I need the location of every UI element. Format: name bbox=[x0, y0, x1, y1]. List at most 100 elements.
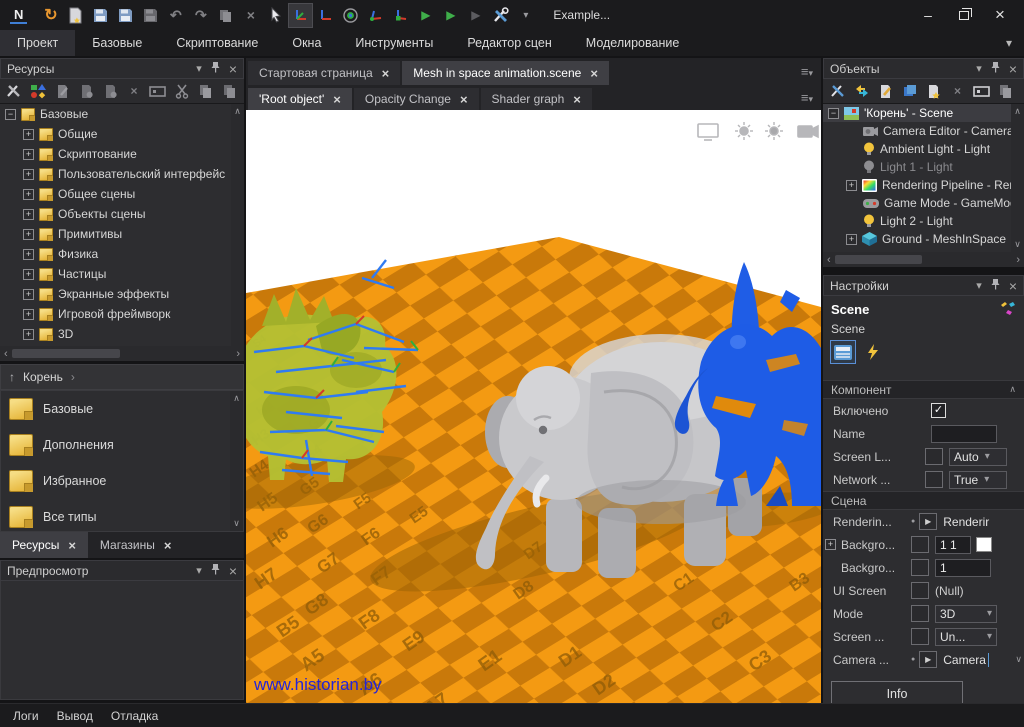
tab-close-icon[interactable] bbox=[382, 66, 390, 81]
screen-dropdown[interactable]: Un... bbox=[935, 628, 997, 646]
tree-item[interactable]: Частицы bbox=[0, 264, 244, 284]
tab-close-icon[interactable] bbox=[333, 92, 341, 107]
default-flag-button[interactable] bbox=[911, 605, 929, 622]
tree-item-root[interactable]: Базовые bbox=[0, 104, 244, 124]
pin-icon[interactable] bbox=[991, 278, 1000, 293]
tab-close-icon[interactable] bbox=[68, 538, 76, 553]
default-flag-button[interactable] bbox=[925, 448, 943, 465]
refresh-icon[interactable] bbox=[39, 4, 62, 27]
tree-hscrollbar[interactable] bbox=[0, 346, 244, 361]
tab-list-icon[interactable] bbox=[801, 90, 813, 105]
tab-scene-document[interactable]: Mesh in space animation.scene bbox=[402, 61, 609, 85]
settings-tools-icon[interactable] bbox=[828, 82, 847, 101]
rotate-tool-icon[interactable] bbox=[339, 4, 362, 27]
enabled-checkbox[interactable] bbox=[931, 403, 946, 418]
list-item[interactable]: Дополнения bbox=[1, 427, 243, 463]
duplicate-icon[interactable] bbox=[214, 4, 237, 27]
expand-icon[interactable] bbox=[23, 189, 34, 200]
delete-resource-icon[interactable]: × bbox=[125, 82, 144, 101]
expand-icon[interactable] bbox=[23, 289, 34, 300]
tree-item-disabled[interactable]: Light 1 - Light bbox=[823, 158, 1024, 176]
tree-item[interactable]: Физика bbox=[0, 244, 244, 264]
toolbar-overflow-icon[interactable]: ▾ bbox=[514, 4, 537, 27]
folder-list-vscrollbar[interactable] bbox=[230, 391, 243, 531]
tree-item[interactable]: Light 2 - Light bbox=[823, 212, 1024, 230]
default-flag-button[interactable] bbox=[911, 582, 929, 599]
shapes-icon[interactable] bbox=[29, 82, 48, 101]
background-color-input[interactable]: 1 1 bbox=[935, 536, 971, 554]
app-logo[interactable]: N bbox=[10, 7, 27, 24]
expand-icon[interactable] bbox=[846, 234, 857, 245]
delete-icon[interactable]: × bbox=[239, 4, 262, 27]
new-folder-icon[interactable] bbox=[101, 82, 120, 101]
pin-icon[interactable] bbox=[211, 563, 220, 578]
menu-tools[interactable]: Инструменты bbox=[338, 30, 450, 56]
status-output[interactable]: Вывод bbox=[48, 709, 102, 723]
panel-menu-icon[interactable] bbox=[196, 62, 202, 75]
pin-icon[interactable] bbox=[991, 61, 1000, 76]
transform-mode-icon[interactable] bbox=[852, 82, 871, 101]
tab-shader-graph[interactable]: Shader graph bbox=[481, 88, 592, 110]
pin-icon[interactable] bbox=[211, 61, 220, 76]
run-icon[interactable] bbox=[414, 4, 437, 27]
expand-icon[interactable] bbox=[23, 229, 34, 240]
settings-tools-icon[interactable] bbox=[5, 82, 24, 101]
menu-project[interactable]: Проект bbox=[0, 30, 75, 56]
menu-modeling[interactable]: Моделирование bbox=[569, 30, 697, 56]
tree-item[interactable]: Скриптование bbox=[0, 144, 244, 164]
minimize-button[interactable] bbox=[910, 2, 946, 28]
camera-icon[interactable] bbox=[798, 126, 818, 137]
breadcrumb-label[interactable]: Корень bbox=[23, 370, 63, 384]
collapse-icon[interactable] bbox=[5, 109, 16, 120]
network-dropdown[interactable]: True bbox=[949, 471, 1007, 489]
tab-root-object[interactable]: 'Root object' bbox=[248, 88, 352, 110]
menu-windows[interactable]: Окна bbox=[275, 30, 338, 56]
edit-resource-icon[interactable] bbox=[53, 82, 72, 101]
tree-item[interactable]: Camera Editor - Camera bbox=[823, 122, 1024, 140]
restore-button[interactable] bbox=[946, 2, 982, 28]
tab-opacity-change[interactable]: Opacity Change bbox=[354, 88, 479, 110]
run-disabled-icon[interactable] bbox=[464, 4, 487, 27]
name-input[interactable] bbox=[931, 425, 997, 443]
expand-icon[interactable] bbox=[23, 169, 34, 180]
tree-item[interactable]: Объекты сцены bbox=[0, 204, 244, 224]
tools-icon[interactable] bbox=[489, 4, 512, 27]
select-tool-icon[interactable] bbox=[264, 4, 287, 27]
default-flag-button[interactable] bbox=[911, 559, 929, 576]
new-object-icon[interactable] bbox=[924, 82, 943, 101]
background-affect-input[interactable]: 1 bbox=[935, 559, 991, 577]
tree-vscrollbar[interactable] bbox=[231, 104, 244, 346]
cut-icon[interactable] bbox=[172, 82, 191, 101]
redo-icon[interactable] bbox=[189, 4, 212, 27]
expand-icon[interactable] bbox=[23, 149, 34, 160]
new-resource-icon[interactable] bbox=[64, 4, 87, 27]
save-icon[interactable] bbox=[89, 4, 112, 27]
tree-item[interactable]: 2D bbox=[0, 344, 244, 346]
tree-item[interactable]: Rendering Pipeline - Ren bbox=[823, 176, 1024, 194]
status-debug[interactable]: Отладка bbox=[102, 709, 167, 723]
default-flag-button[interactable] bbox=[925, 471, 943, 488]
list-item[interactable]: Базовые bbox=[1, 391, 243, 427]
tree-item[interactable]: 3D bbox=[0, 324, 244, 344]
tab-start-page[interactable]: Стартовая страница bbox=[248, 61, 400, 85]
expand-icon[interactable] bbox=[846, 180, 857, 191]
expand-icon[interactable] bbox=[23, 249, 34, 260]
expand-icon[interactable] bbox=[23, 309, 34, 320]
scroll-down-icon[interactable] bbox=[1015, 654, 1022, 665]
tree-item[interactable]: Ground - MeshInSpace bbox=[823, 230, 1024, 248]
collapse-icon[interactable] bbox=[828, 108, 839, 119]
panel-menu-icon[interactable] bbox=[976, 62, 982, 75]
tab-close-icon[interactable] bbox=[590, 66, 598, 81]
up-icon[interactable] bbox=[9, 370, 15, 384]
scroll-up-icon[interactable] bbox=[1009, 384, 1016, 395]
tab-close-icon[interactable] bbox=[573, 92, 581, 107]
expand-icon[interactable] bbox=[23, 329, 34, 340]
scale-tool-icon[interactable] bbox=[364, 4, 387, 27]
panel-close-icon[interactable] bbox=[1009, 278, 1017, 294]
new-file-icon[interactable] bbox=[77, 82, 96, 101]
tree-item[interactable]: Общее сцены bbox=[0, 184, 244, 204]
tab-close-icon[interactable] bbox=[460, 92, 468, 107]
tree-item[interactable]: Общие bbox=[0, 124, 244, 144]
save-all-icon[interactable] bbox=[139, 4, 162, 27]
duplicate-object-icon[interactable] bbox=[900, 82, 919, 101]
